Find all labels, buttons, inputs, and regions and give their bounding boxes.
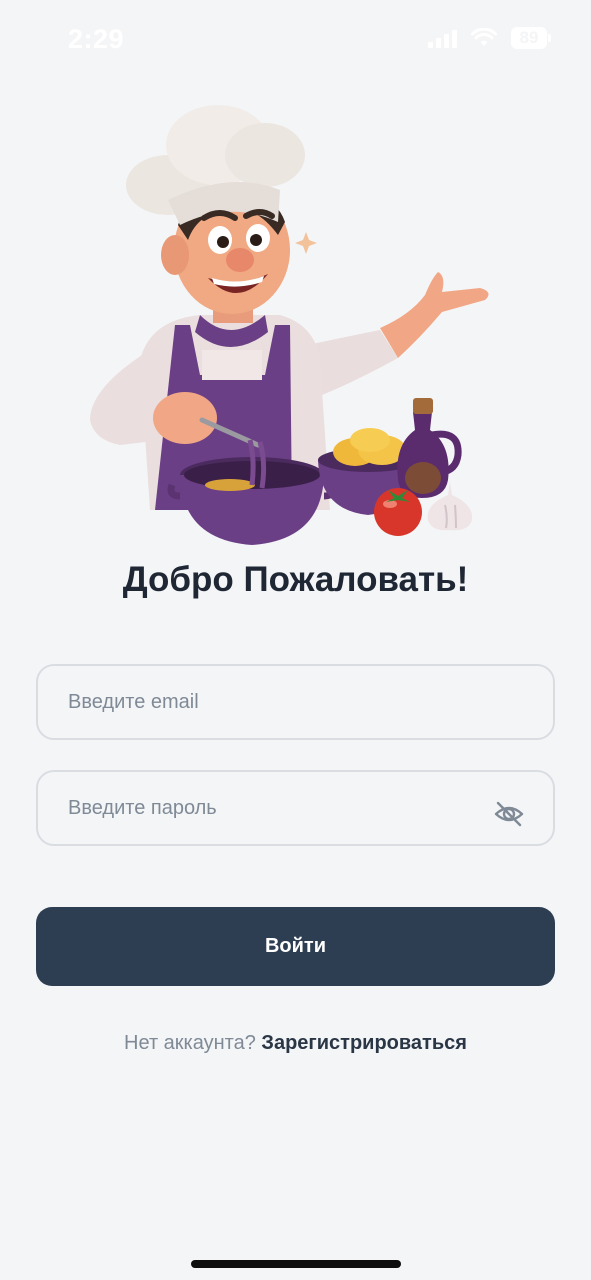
wifi-icon (471, 28, 497, 46)
eye-off-icon[interactable] (493, 800, 525, 828)
email-field[interactable] (68, 666, 498, 738)
password-field-container[interactable] (36, 770, 555, 846)
login-button[interactable]: Войти (36, 907, 555, 986)
page-title: Добро Пожаловать! (122, 560, 469, 599)
chef-cooking-illustration (90, 105, 489, 545)
signup-link[interactable]: Зарегистрироваться (261, 1032, 467, 1054)
battery-icon: 89 (511, 27, 551, 49)
signup-prompt: Нет аккаунта? Зарегистрироваться (0, 1032, 591, 1055)
status-bar: 2:29 89 (0, 0, 591, 80)
home-indicator[interactable] (191, 1260, 401, 1268)
signal-icon (428, 28, 457, 48)
email-field-container[interactable] (36, 664, 555, 740)
status-icons: 89 (428, 27, 551, 49)
status-time: 2:29 (68, 24, 125, 54)
signup-question: Нет аккаунта? (124, 1032, 256, 1054)
password-field[interactable] (68, 772, 498, 844)
